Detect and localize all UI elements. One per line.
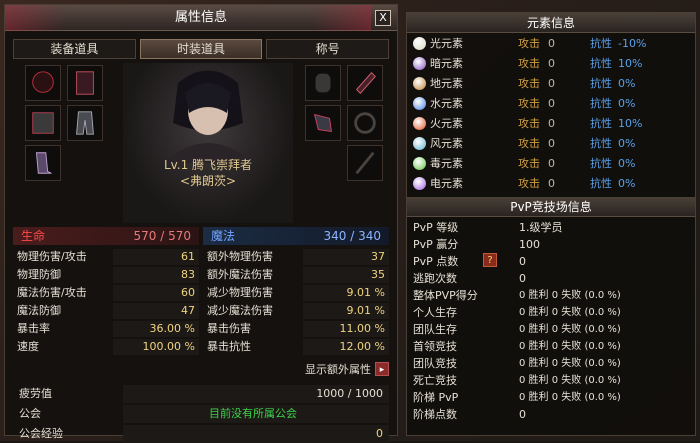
element-orb-icon	[413, 76, 426, 90]
guild-row: 公会 目前没有所属公会	[13, 405, 389, 423]
slot-shoes[interactable]	[25, 145, 61, 181]
slot-hair[interactable]	[25, 65, 61, 101]
top-icon	[32, 112, 54, 134]
stat-row: 暴击伤害 11.00 %	[203, 321, 389, 337]
character-figure	[163, 70, 253, 163]
hair-icon	[32, 71, 54, 93]
tab-avatar[interactable]: 时装道具	[139, 39, 263, 59]
element-row: 电元素 攻击 0 抗性 0%	[407, 173, 695, 193]
mp-value: 340 / 340	[323, 229, 381, 243]
element-row: 水元素 攻击 0 抗性 0%	[407, 93, 695, 113]
hp-mp-bar: 生命 570 / 570 魔法 340 / 340	[13, 227, 389, 245]
help-icon[interactable]: ?	[483, 253, 497, 267]
info-side-panel: 元素信息 光元素 攻击 0 抗性 -10% 暗元素 攻击 0 抗性 10% 地元素 攻击 0 抗性 0% 水元…	[406, 12, 696, 436]
tab-title[interactable]: 称号	[266, 39, 390, 59]
stat-row: 物理伤害/攻击 61	[13, 249, 199, 265]
element-orb-icon	[413, 156, 426, 170]
character-name: Lv.1 腾飞崇拜者 <弗朗茨>	[163, 158, 253, 188]
stat-row: 减少魔法伤害 9.01 %	[203, 303, 389, 319]
mp-label: 魔法	[211, 229, 236, 243]
expand-arrow-icon[interactable]: ▸	[375, 362, 389, 376]
element-row: 火元素 攻击 0 抗性 10%	[407, 113, 695, 133]
tab-equipment[interactable]: 装备道具	[13, 39, 136, 59]
face-icon	[315, 73, 331, 93]
pvp-row: PvP 等级 1.级学员	[413, 221, 563, 234]
emblem-icon	[354, 112, 376, 134]
element-row: 暗元素 攻击 0 抗性 10%	[407, 53, 695, 73]
slot-cap[interactable]	[67, 65, 103, 101]
gauntlet-icon	[313, 113, 332, 132]
hp-value: 570 / 570	[133, 229, 191, 243]
pvp-row: 逃跑次数 0	[413, 272, 526, 285]
element-row: 风元素 攻击 0 抗性 0%	[407, 133, 695, 153]
pvp-row: 团队生存 0 胜利 0 失败 (0.0 %)	[413, 323, 621, 336]
element-row: 毒元素 攻击 0 抗性 0%	[407, 153, 695, 173]
pants-icon	[76, 111, 94, 135]
slot-face[interactable]	[305, 65, 341, 101]
slot-pants[interactable]	[67, 105, 103, 141]
pvp-list: PvP 等级 1.级学员 PvP 赢分 100 PvP 点数? 0 逃跑次数 0 整体PVP得分…	[407, 217, 695, 423]
shoes-icon	[35, 152, 52, 174]
stat-row: 暴击抗性 12.00 %	[203, 339, 389, 355]
element-orb-icon	[413, 36, 426, 50]
title-bar[interactable]: 属性信息 X	[5, 5, 397, 31]
pvp-info-header: PvP竞技场信息	[407, 197, 695, 217]
element-row: 地元素 攻击 0 抗性 0%	[407, 73, 695, 93]
slot-belt[interactable]	[305, 105, 341, 141]
stat-row: 速度 100.00 %	[13, 339, 199, 355]
slot-neck[interactable]	[347, 65, 383, 101]
pvp-row: 个人生存 0 胜利 0 失败 (0.0 %)	[413, 306, 621, 319]
element-row: 光元素 攻击 0 抗性 -10%	[407, 33, 695, 53]
bottom-info: 疲劳值 1000 / 1000 公会 目前没有所属公会 公会经验 0	[13, 385, 389, 443]
character-portrait: Lv.1 腾飞崇拜者 <弗朗茨>	[123, 63, 293, 223]
pvp-row: 团队竞技 0 胜利 0 失败 (0.0 %)	[413, 357, 621, 370]
element-orb-icon	[413, 116, 426, 130]
stats-grid: 物理伤害/攻击 61 额外物理伤害 37 物理防御 83 额外魔法伤害 35 魔法伤害/…	[13, 249, 389, 355]
stat-row: 魔法伤害/攻击 60	[13, 285, 199, 301]
stat-row: 减少物理伤害 9.01 %	[203, 285, 389, 301]
pvp-row: PvP 赢分 100	[413, 238, 540, 251]
show-extra-stats-link[interactable]: 显示额外属性	[305, 361, 371, 377]
mp-display: 魔法 340 / 340	[203, 227, 389, 245]
slot-weapon-avatar[interactable]	[347, 145, 383, 181]
pvp-row: 整体PVP得分 0 胜利 0 失败 (0.0 %)	[413, 289, 621, 302]
staff-icon	[355, 151, 375, 175]
slot-emblem[interactable]	[347, 105, 383, 141]
hp-display: 生命 570 / 570	[13, 227, 199, 245]
attribute-window: 属性信息 X 装备道具 时装道具 称号 Lv.1 腾飞崇拜者 <弗朗茨> 生命 …	[4, 4, 398, 443]
pvp-row: PvP 点数? 0	[413, 253, 526, 268]
element-orb-icon	[413, 176, 426, 190]
coat-icon	[76, 71, 94, 95]
element-list: 光元素 攻击 0 抗性 -10% 暗元素 攻击 0 抗性 10% 地元素 攻击 0 抗性 0% 水元素 攻击 0 抗…	[407, 33, 695, 193]
stat-row: 额外魔法伤害 35	[203, 267, 389, 283]
pvp-row: 首领竞技 0 胜利 0 失败 (0.0 %)	[413, 340, 621, 353]
tab-bar: 装备道具 时装道具 称号	[5, 31, 397, 59]
fatigue-row: 疲劳值 1000 / 1000	[13, 385, 389, 403]
element-orb-icon	[413, 136, 426, 150]
pvp-row: 死亡竞技 0 胜利 0 失败 (0.0 %)	[413, 374, 621, 387]
equipment-area: Lv.1 腾飞崇拜者 <弗朗茨>	[13, 63, 389, 223]
stat-row: 物理防御 83	[13, 267, 199, 283]
slot-top[interactable]	[25, 105, 61, 141]
stat-row: 暴击率 36.00 %	[13, 321, 199, 337]
element-orb-icon	[413, 96, 426, 110]
title-ornament-left	[5, 5, 65, 31]
guild-exp-row: 公会经验 0	[13, 425, 389, 443]
stat-row: 额外物理伤害 37	[203, 249, 389, 265]
pvp-row: 阶梯点数 0	[413, 408, 526, 421]
title-ornament-right	[311, 5, 371, 31]
close-button[interactable]: X	[375, 10, 391, 26]
blade-icon	[355, 72, 376, 94]
stat-row: 魔法防御 47	[13, 303, 199, 319]
element-info-header: 元素信息	[407, 13, 695, 33]
element-orb-icon	[413, 56, 426, 70]
pvp-row: 阶梯 PvP 0 胜利 0 失败 (0.0 %)	[413, 391, 621, 404]
more-stats-row: 显示额外属性 ▸	[13, 361, 389, 377]
hp-label: 生命	[21, 229, 46, 243]
